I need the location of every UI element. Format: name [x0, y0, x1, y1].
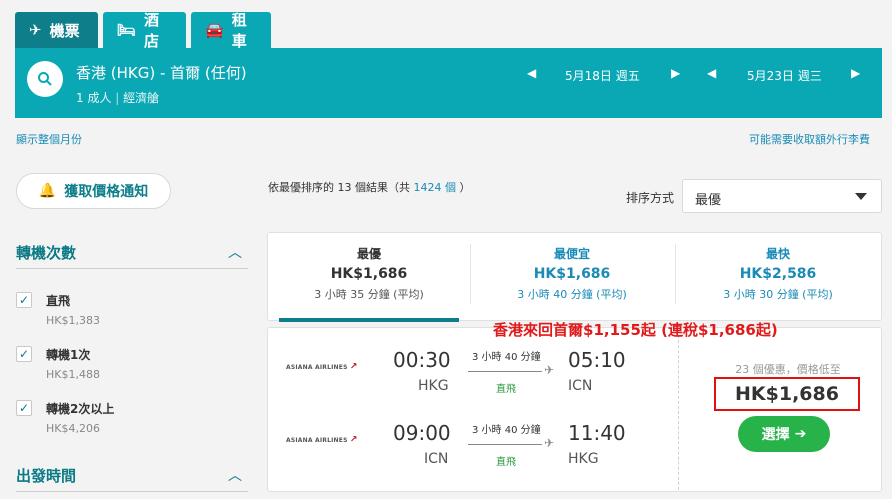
stops-text: 直飛 — [496, 384, 516, 395]
arrive-time: 05:10 — [568, 348, 626, 372]
stops-one-checkbox[interactable]: ✓ — [16, 346, 32, 362]
sort-tab-title: 最便宜 — [553, 247, 590, 261]
sort-tab-price: HK$2,586 — [739, 266, 817, 282]
baggage-fees-link[interactable]: 可能需要收取額外行李費 — [749, 131, 870, 147]
stops-option-price: HK$1,383 — [46, 314, 100, 327]
arrive-time: 11:40 — [568, 421, 626, 445]
price-highlight: HK$1,686 — [714, 377, 860, 411]
sort-tab-duration: 3 小時 40 分鐘 (平均) — [517, 288, 627, 301]
route-line — [468, 371, 542, 372]
passenger-cabin: 1 成人 | 經濟艙 — [76, 91, 160, 105]
stops-direct-checkbox[interactable]: ✓ — [16, 292, 32, 308]
cabin: 經濟艙 — [123, 91, 160, 105]
plane-icon: ✈ — [29, 21, 42, 39]
depart-time: 00:30 — [393, 348, 451, 372]
summary-count: 1424 個 — [413, 181, 457, 194]
airline-name: ASIANA AIRLINES — [286, 437, 348, 444]
return-next-arrow[interactable]: ▶ — [851, 66, 860, 80]
car-icon: 🚘 — [205, 21, 224, 39]
depart-next-arrow[interactable]: ▶ — [671, 66, 680, 80]
stops-option-price: HK$1,488 — [46, 368, 100, 381]
depart-airport: ICN — [424, 451, 449, 467]
divider — [675, 244, 676, 304]
stops-option-label[interactable]: 轉機2次以上 — [46, 400, 114, 417]
airline-swoosh-icon: ↗ — [349, 435, 358, 445]
offers-text: 23 個優惠，價格低至 — [735, 363, 841, 376]
flight-duration: 3 小時 40 分鐘 — [472, 352, 541, 363]
sort-tab-price: HK$1,686 — [330, 266, 408, 282]
stops-title[interactable]: 轉機次數 — [16, 242, 76, 263]
return-date[interactable]: 5月23日 週三 — [747, 67, 822, 84]
tab-cars[interactable]: 🚘 租車 — [191, 11, 271, 50]
airline-logo: ASIANA AIRLINES ↗ — [286, 435, 358, 445]
divider — [470, 244, 471, 304]
divider — [16, 491, 248, 492]
arrow-right-icon: ➔ — [794, 426, 807, 442]
chevron-up-icon[interactable]: ︿ — [228, 465, 242, 485]
bed-icon: 🛏 — [117, 21, 137, 39]
sort-tab-price: HK$1,686 — [533, 266, 611, 282]
select-label: 選擇 — [761, 427, 790, 443]
active-tab-indicator — [279, 318, 459, 322]
stops-two-plus-checkbox[interactable]: ✓ — [16, 400, 32, 416]
arrive-airport: HKG — [568, 451, 599, 467]
plane-icon: ✈ — [544, 436, 555, 450]
flight-duration: 3 小時 40 分鐘 — [472, 425, 541, 436]
promo-annotation: 香港來回首爾$1,155起 (連稅$1,686起) — [493, 321, 778, 339]
chevron-up-icon[interactable]: ︿ — [228, 242, 242, 262]
route-line — [468, 444, 542, 445]
search-icon — [38, 72, 52, 86]
price-alert-button[interactable]: 🔔 獲取價格通知 — [16, 173, 171, 209]
plane-icon: ✈ — [544, 363, 555, 377]
sort-value: 最優 — [695, 193, 722, 208]
show-month-link[interactable]: 顯示整個月份 — [16, 131, 82, 147]
sort-select[interactable]: 最優 — [682, 179, 882, 213]
return-prev-arrow[interactable]: ◀ — [707, 66, 716, 80]
airline-logo: ASIANA AIRLINES ↗ — [286, 362, 358, 372]
departure-time-title[interactable]: 出發時間 — [16, 465, 76, 486]
bell-icon: 🔔 — [38, 183, 57, 199]
divider — [16, 268, 248, 269]
stops-option-price: HK$4,206 — [46, 422, 100, 435]
depart-airport: HKG — [418, 378, 449, 394]
airline-swoosh-icon: ↗ — [349, 362, 358, 372]
arrive-airport: ICN — [568, 378, 593, 394]
tab-hotels[interactable]: 🛏 酒店 — [103, 11, 186, 50]
sort-tab-duration: 3 小時 35 分鐘 (平均) — [314, 288, 424, 301]
route-text[interactable]: 香港 (HKG) - 首爾 (任何) — [76, 62, 247, 83]
tab-label: 酒店 — [144, 11, 160, 50]
airline-name: ASIANA AIRLINES — [286, 364, 348, 371]
results-summary: 依最優排序的 13 個結果（共 1424 個 ） — [268, 179, 471, 195]
select-button[interactable]: 選擇 ➔ — [738, 416, 830, 452]
depart-prev-arrow[interactable]: ◀ — [527, 66, 536, 80]
divider — [678, 330, 679, 490]
sort-tab-best[interactable]: 最優 HK$1,686 3 小時 35 分鐘 (平均) — [270, 232, 468, 321]
sort-tab-duration: 3 小時 30 分鐘 (平均) — [723, 288, 833, 301]
tab-label: 機票 — [49, 21, 80, 40]
flight-price: HK$1,686 — [735, 383, 839, 405]
sort-tab-title: 最快 — [765, 247, 790, 261]
stops-option-label[interactable]: 轉機1次 — [46, 346, 90, 363]
depart-date[interactable]: 5月18日 週五 — [565, 67, 640, 84]
tab-label: 租車 — [231, 11, 247, 50]
depart-time: 09:00 — [393, 421, 451, 445]
chevron-down-icon — [855, 193, 867, 200]
search-button[interactable] — [27, 61, 63, 97]
stops-text: 直飛 — [496, 457, 516, 468]
sort-label: 排序方式 — [626, 191, 675, 205]
stops-option-label[interactable]: 直飛 — [46, 292, 70, 309]
passengers: 1 成人 — [76, 91, 112, 105]
summary-suffix: ） — [459, 181, 471, 194]
summary-prefix: 依最優排序的 13 個結果（共 — [268, 181, 410, 194]
alert-label: 獲取價格通知 — [64, 184, 149, 200]
sort-tab-title: 最優 — [356, 247, 381, 261]
sort-tab-cheapest[interactable]: 最便宜 HK$1,686 3 小時 40 分鐘 (平均) — [472, 232, 672, 321]
tab-flights[interactable]: ✈ 機票 — [15, 12, 98, 48]
sort-tab-fastest[interactable]: 最快 HK$2,586 3 小時 30 分鐘 (平均) — [677, 232, 879, 321]
